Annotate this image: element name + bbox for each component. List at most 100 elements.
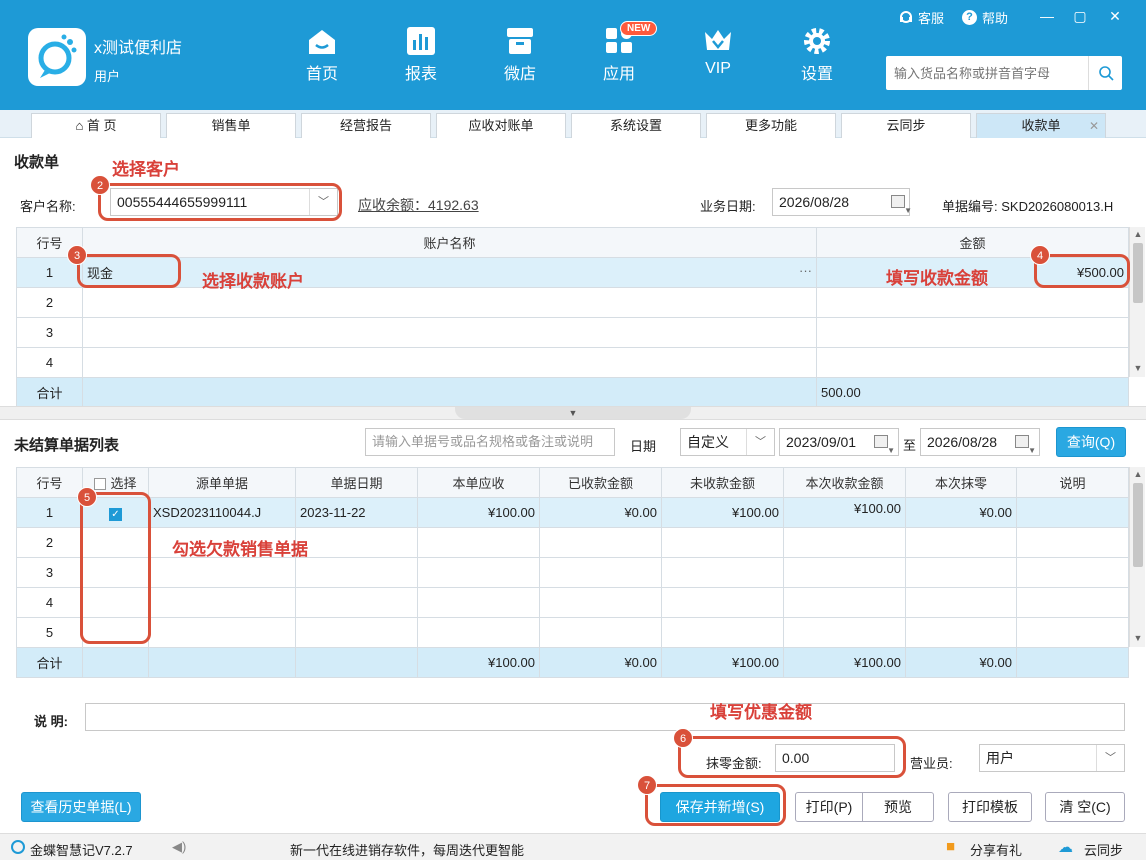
select-all-checkbox[interactable] bbox=[94, 478, 107, 490]
collapse-arrow-icon[interactable]: ▼ bbox=[455, 407, 691, 419]
date-range-select[interactable]: 自定义 ﹀ bbox=[680, 428, 775, 456]
search-icon bbox=[1098, 66, 1114, 81]
calendar-icon[interactable]: ▼ bbox=[891, 195, 912, 215]
cloud-sync-link[interactable]: 云同步 bbox=[1084, 840, 1123, 859]
headset-icon bbox=[900, 10, 912, 23]
annotation-box-customer bbox=[98, 183, 342, 221]
table-row[interactable]: 5 bbox=[16, 617, 1129, 648]
store-name: x测试便利店 bbox=[94, 40, 183, 57]
chevron-down-icon[interactable]: ﹀ bbox=[1096, 745, 1124, 771]
status-logo-icon bbox=[11, 840, 25, 854]
app-window: x测试便利店 用户 首页 报表 微店 应用 NEW VIP 设置 客服 ? 帮助… bbox=[0, 0, 1146, 860]
receivable-balance-link[interactable]: 应收余额：4192.63 bbox=[358, 195, 479, 215]
tab-cloud-sync[interactable]: 云同步 bbox=[841, 113, 971, 138]
this-receipt-amount-input[interactable]: ¥100.00 bbox=[783, 497, 906, 528]
annotation-fill-discount: 填写优惠金额 bbox=[710, 703, 812, 722]
tab-business-report[interactable]: 经营报告 bbox=[301, 113, 431, 138]
close-window-button[interactable]: ✕ bbox=[1106, 8, 1124, 25]
scroll-up-icon[interactable]: ▲ bbox=[1130, 229, 1146, 239]
annotation-box-account bbox=[77, 254, 181, 288]
preview-button[interactable]: 预览 bbox=[862, 792, 934, 822]
app-version: 金蝶智慧记V7.2.7 bbox=[30, 843, 133, 858]
close-tab-icon[interactable]: ✕ bbox=[1089, 114, 1099, 138]
maximize-button[interactable]: ▢ bbox=[1071, 8, 1089, 25]
nav-home[interactable]: 首页 bbox=[287, 26, 357, 84]
help-icon: ? bbox=[962, 10, 978, 25]
nav-wechat-shop[interactable]: 微店 bbox=[485, 26, 555, 84]
search-button[interactable] bbox=[1088, 56, 1122, 90]
account-cell[interactable]: 现金 ··· bbox=[82, 257, 817, 288]
top-header: x测试便利店 用户 首页 报表 微店 应用 NEW VIP 设置 客服 ? 帮助… bbox=[0, 0, 1146, 110]
customer-label: 客户名称: bbox=[20, 199, 76, 214]
minimize-button[interactable]: — bbox=[1038, 8, 1056, 24]
tab-system-settings[interactable]: 系统设置 bbox=[571, 113, 701, 138]
status-slogan: 新一代在线进销存软件，每周迭代更智能 bbox=[290, 843, 525, 858]
share-reward-link[interactable]: 分享有礼 bbox=[970, 840, 1022, 859]
unsettled-table-scrollbar[interactable]: ▲ ▼ bbox=[1129, 467, 1145, 647]
tab-home[interactable]: ⌂ 首 页 bbox=[31, 113, 161, 138]
help-link[interactable]: ? 帮助 bbox=[962, 8, 1008, 27]
product-search bbox=[886, 56, 1122, 90]
calendar-icon[interactable]: ▼ bbox=[1015, 435, 1036, 455]
annotation-badge: 3 bbox=[67, 245, 87, 265]
calendar-icon[interactable]: ▼ bbox=[874, 435, 895, 455]
table-row[interactable]: 4 bbox=[16, 347, 1129, 378]
tab-more-functions[interactable]: 更多功能 bbox=[706, 113, 836, 138]
receipt-title: 收款单 bbox=[14, 154, 60, 171]
sound-icon[interactable]: ◀) bbox=[172, 839, 186, 855]
more-options-icon[interactable]: ··· bbox=[799, 263, 812, 278]
tab-receipt[interactable]: 收款单 ✕ bbox=[976, 113, 1106, 138]
document-filter-input[interactable]: 请输入单据号或品名规格或备注或说明 bbox=[365, 428, 615, 456]
table-row[interactable]: 3 bbox=[16, 557, 1129, 588]
shop-icon bbox=[507, 28, 533, 54]
annotation-badge: 2 bbox=[90, 175, 110, 195]
receipt-table-scrollbar[interactable]: ▲ ▼ bbox=[1129, 227, 1145, 377]
nav-vip[interactable]: VIP bbox=[683, 26, 753, 78]
report-chart-icon bbox=[407, 27, 435, 55]
end-date-input[interactable]: 2026/08/28 ▼ bbox=[920, 428, 1040, 456]
tab-receivable-statement[interactable]: 应收对账单 bbox=[436, 113, 566, 138]
clear-button[interactable]: 清 空(C) bbox=[1045, 792, 1125, 822]
business-date-input[interactable]: 2026/08/28 ▼ bbox=[772, 188, 912, 216]
unsettled-documents-table: 行号 选择 源单单据 单据日期 本单应收 已收款金额 未收款金额 本次收款金额 … bbox=[16, 467, 1129, 678]
scroll-down-icon[interactable]: ▼ bbox=[1130, 363, 1146, 373]
scroll-up-icon[interactable]: ▲ bbox=[1130, 469, 1146, 479]
table-row[interactable]: 1 ✓ XSD2023110044.J 2023-11-22 ¥100.00 ¥… bbox=[16, 497, 1129, 528]
panel-splitter[interactable]: ▼ bbox=[0, 406, 1146, 420]
customer-service-link[interactable]: 客服 bbox=[898, 8, 944, 27]
annotation-select-account: 选择收款账户 bbox=[202, 272, 304, 291]
product-search-input[interactable] bbox=[886, 56, 1086, 90]
annotation-fill-amount: 填写收款金额 bbox=[886, 269, 988, 288]
top-links: 客服 ? 帮助 bbox=[898, 8, 1026, 27]
salesman-label: 营业员: bbox=[910, 756, 953, 771]
annotation-box-discount bbox=[678, 736, 906, 778]
cloud-icon: ☁ bbox=[1058, 839, 1073, 856]
nav-settings[interactable]: 设置 bbox=[782, 26, 852, 84]
vip-crown-icon bbox=[705, 30, 731, 50]
salesman-select[interactable]: 用户 ﹀ bbox=[979, 744, 1125, 772]
unsettled-title: 未结算单据列表 bbox=[14, 437, 120, 454]
nav-report[interactable]: 报表 bbox=[386, 26, 456, 84]
table-header-row: 行号 选择 源单单据 单据日期 本单应收 已收款金额 未收款金额 本次收款金额 … bbox=[16, 467, 1129, 498]
note-input[interactable] bbox=[85, 703, 1125, 731]
status-bar: 金蝶智慧记V7.2.7 ◀) 新一代在线进销存软件，每周迭代更智能 ■ 分享有礼… bbox=[0, 833, 1146, 860]
query-button[interactable]: 查询(Q) bbox=[1056, 427, 1126, 457]
print-button[interactable]: 打印(P) bbox=[795, 792, 863, 822]
annotation-badge: 4 bbox=[1030, 245, 1050, 265]
app-logo bbox=[28, 28, 86, 86]
scroll-down-icon[interactable]: ▼ bbox=[1130, 633, 1146, 643]
home-small-icon: ⌂ bbox=[75, 118, 87, 133]
table-row[interactable]: 4 bbox=[16, 587, 1129, 618]
tab-sales-order[interactable]: 销售单 bbox=[166, 113, 296, 138]
chevron-down-icon[interactable]: ﹀ bbox=[746, 429, 774, 455]
print-template-button[interactable]: 打印模板 bbox=[948, 792, 1032, 822]
start-date-input[interactable]: 2023/09/01 ▼ bbox=[779, 428, 899, 456]
table-row[interactable]: 3 bbox=[16, 317, 1129, 348]
receipt-accounts-table: 行号 账户名称 金额 1 现金 ··· ¥500.00 2 3 4 合计 500.… bbox=[16, 227, 1129, 408]
new-badge: NEW bbox=[620, 21, 658, 36]
table-row[interactable]: 2 bbox=[16, 287, 1129, 318]
annotation-badge: 7 bbox=[637, 775, 657, 795]
view-history-button[interactable]: 查看历史单据(L) bbox=[21, 792, 141, 822]
user-role: 用户 bbox=[94, 69, 121, 84]
total-row: 合计 500.00 bbox=[16, 377, 1129, 408]
